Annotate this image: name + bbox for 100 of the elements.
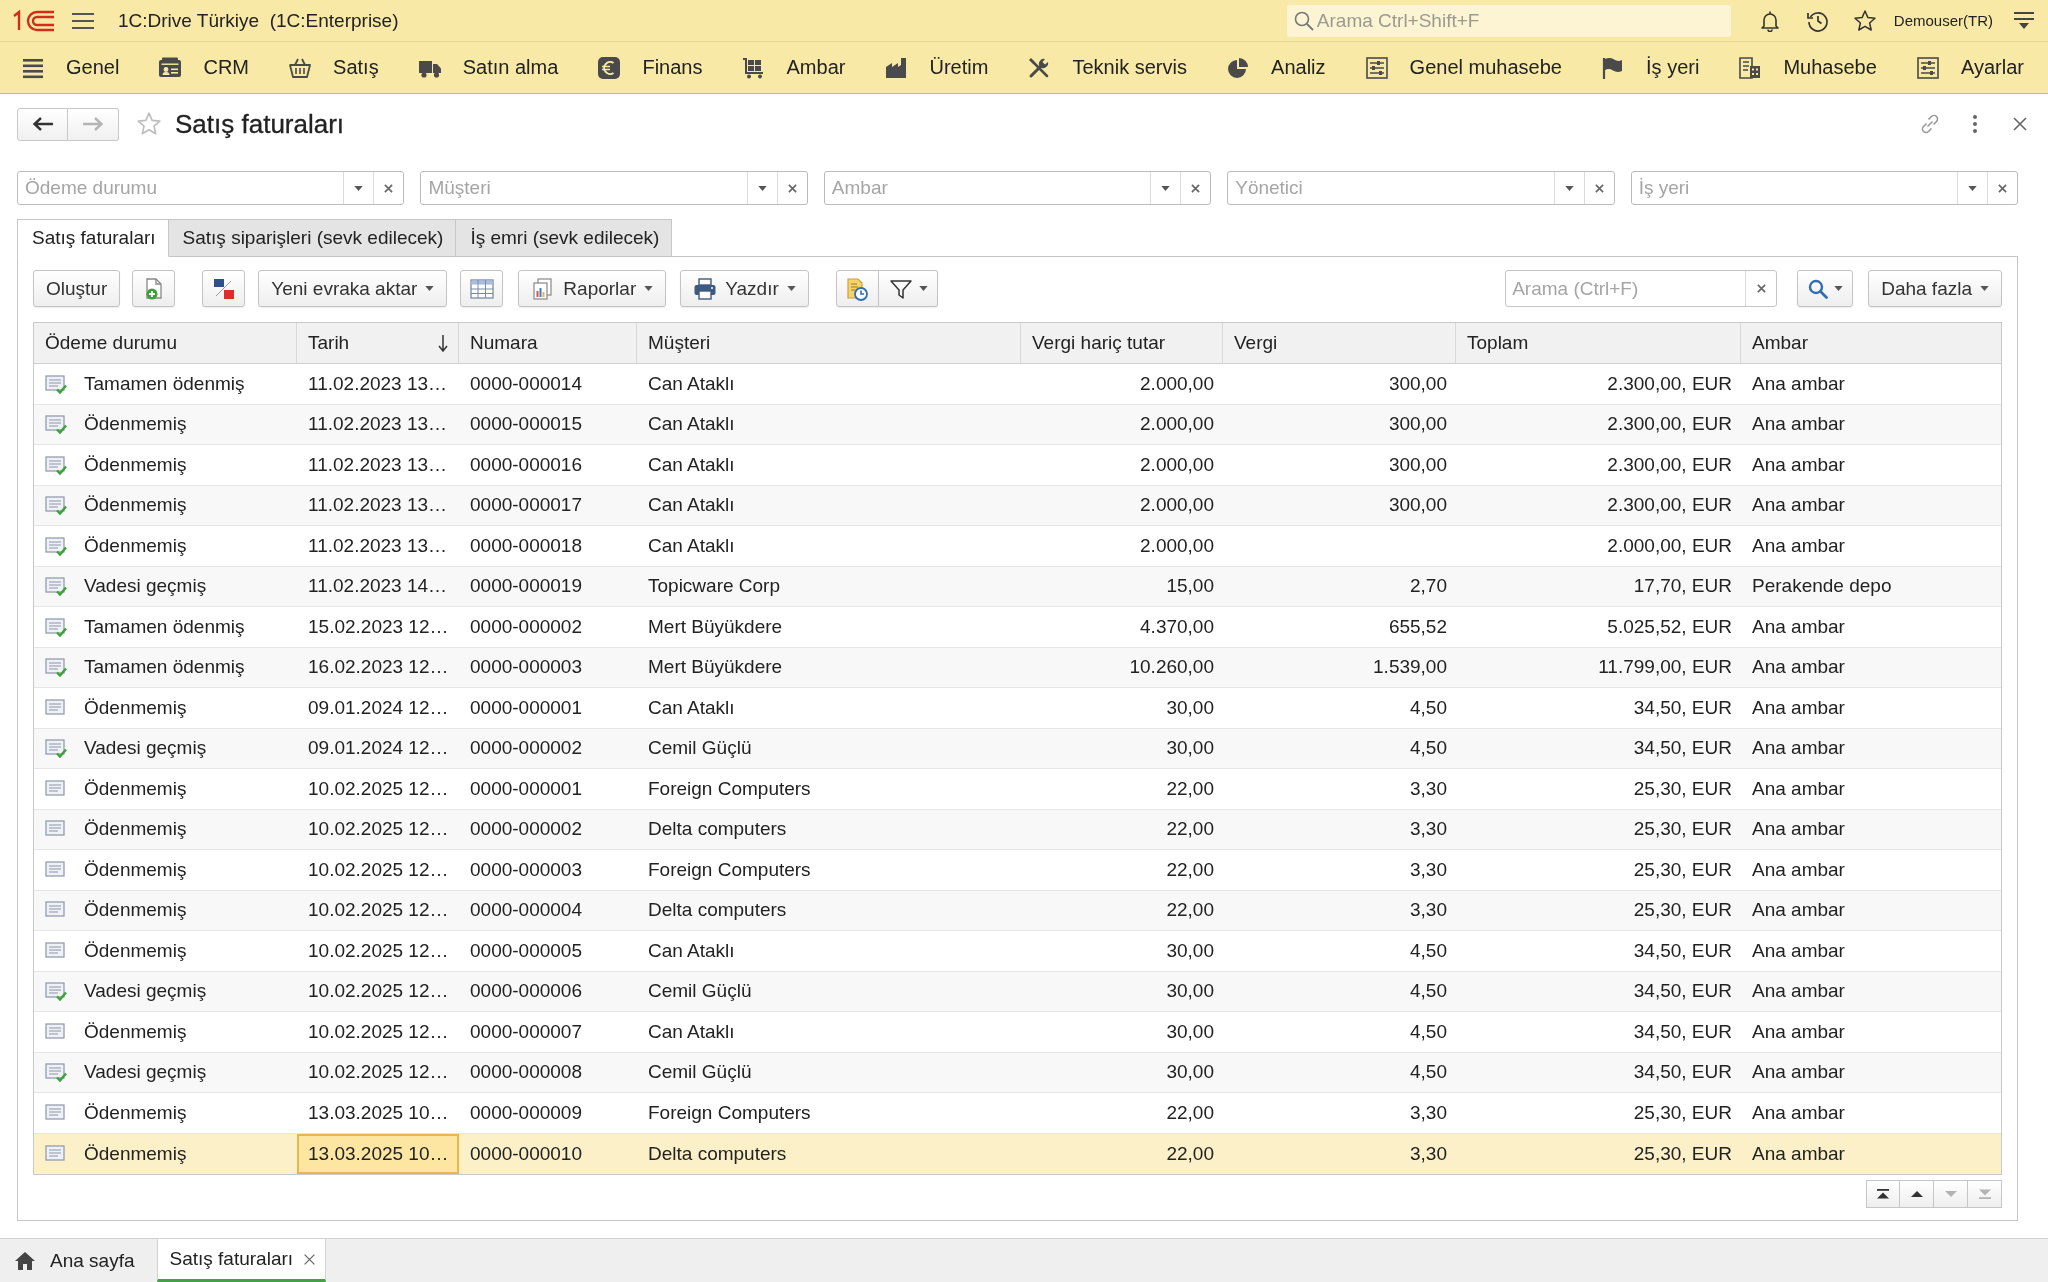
section-menu-item[interactable]: Muhasebe — [1738, 55, 1877, 80]
table-cell-text: Ana ambar — [1751, 533, 1846, 558]
icon-button[interactable] — [835, 270, 879, 307]
tab[interactable]: Satış siparişleri (sevk edilecek) — [168, 219, 457, 257]
menu-icon[interactable] — [72, 11, 94, 30]
toolbar-button[interactable]: Oluştur — [33, 270, 121, 307]
table-cell-text: 25,30, EUR — [1632, 776, 1733, 801]
table-cell-text: 2,70 — [1409, 574, 1448, 599]
bell-icon[interactable] — [1758, 9, 1781, 32]
section-menu-item[interactable]: Satın alma — [417, 55, 559, 80]
table-cell-text: 4,50 — [1409, 938, 1448, 963]
filter-field[interactable]: Yönetici — [1227, 171, 1615, 205]
table-row[interactable]: Ödenmemiş 11.02.2023 13… 0000-000017 Can Ataklı 2.000,00 300,00 2.300,00, EUR Ana ambar — [34, 485, 2001, 526]
section-menu-item[interactable]: Genel muhasebe — [1364, 55, 1562, 80]
table-row[interactable]: Vadesi geçmiş 11.02.2023 14… 0000-000019 Topicware Corp 15,00 2,70 17,70, EUR Perakende depo — [34, 566, 2001, 607]
filter-input[interactable]: Yönetici — [1228, 172, 1554, 204]
table-row[interactable]: Vadesi geçmiş 10.02.2025 12… 0000-000006 Cemil Güçlü 30,00 4,50 34,50, EUR Ana ambar — [34, 971, 2001, 1012]
table-cell-text: 300,00 — [1387, 371, 1448, 396]
table-cell-text: 25,30, EUR — [1632, 1100, 1733, 1125]
home-icon — [14, 1250, 36, 1271]
menu-icon[interactable] — [2013, 10, 2035, 31]
close-icon[interactable] — [303, 1252, 317, 1266]
table-cell-text: Foreign Computers — [647, 857, 812, 882]
filter-input[interactable]: İş yeri — [1631, 172, 1958, 204]
column-header[interactable]: Numara — [459, 323, 637, 363]
column-header[interactable]: Vergi — [1223, 323, 1456, 363]
section-menu-item[interactable]: İş yeri — [1601, 55, 1700, 80]
table-row[interactable]: Ödenmemiş 10.02.2025 12… 0000-000004 Delta computers 22,00 3,30 25,30, EUR Ana ambar — [34, 890, 2001, 931]
window-tab[interactable]: Ana sayfa — [0, 1239, 157, 1282]
icon-button[interactable] — [202, 270, 246, 307]
table-cell-text: 10.02.2025 12… — [307, 857, 450, 882]
table-cell-text: 3,30 — [1409, 776, 1448, 801]
table-cell-text: 3,30 — [1409, 817, 1448, 842]
table-row[interactable]: Ödenmemiş 13.03.2025 10… 0000-000010 Delta computers 22,00 3,30 25,30, EUR Ana ambar — [34, 1133, 2001, 1174]
filter-input[interactable]: Ödeme durumu — [18, 172, 344, 204]
tab[interactable]: İş emri (sevk edilecek) — [456, 219, 673, 257]
section-menu-item[interactable]: CRM — [158, 55, 249, 80]
window-tab[interactable]: Satış faturaları — [156, 1239, 327, 1282]
section-menu-item[interactable]: Satış — [288, 55, 379, 80]
table-row[interactable]: Vadesi geçmiş 09.01.2024 12… 0000-000002 Cemil Güçlü 30,00 4,50 34,50, EUR Ana ambar — [34, 728, 2001, 769]
table-cell-text: Perakende depo — [1751, 574, 1893, 599]
icon-button[interactable] — [460, 270, 504, 307]
column-header[interactable]: Toplam — [1456, 323, 1741, 363]
table-row[interactable]: Ödenmemiş 10.02.2025 12… 0000-000002 Delta computers 22,00 3,30 25,30, EUR Ana ambar — [34, 809, 2001, 850]
section-menu-item[interactable]: Teknik servis — [1027, 55, 1187, 80]
section-menu-item[interactable]: Ambar — [741, 55, 846, 80]
column-header[interactable]: Vergi hariç tutar — [1021, 323, 1223, 363]
table-cell-text: Can Ataklı — [647, 695, 736, 720]
close-icon[interactable] — [2012, 116, 2028, 132]
table-cell-text: 2.300,00, EUR — [1606, 371, 1733, 396]
scroll-button[interactable] — [1866, 1180, 1900, 1208]
filter-field[interactable]: Müşteri — [420, 171, 808, 205]
column-header[interactable]: Müşteri — [637, 323, 1021, 363]
table-cell-text: 0000-000001 — [469, 695, 583, 720]
star-icon[interactable] — [1852, 8, 1877, 33]
filter-input[interactable]: Ambar — [824, 172, 1151, 204]
dropdown-button[interactable]: Raporlar — [518, 270, 667, 307]
table-cell-text: 4,50 — [1409, 695, 1448, 720]
table-cell-text: Ana ambar — [1751, 614, 1846, 639]
table-cell: Ödenmemiş — [84, 818, 187, 841]
filter-input[interactable]: Müşteri — [421, 172, 747, 204]
table-cell-text: 300,00 — [1387, 493, 1448, 518]
search-button[interactable] — [1797, 270, 1854, 307]
filter-field[interactable]: İş yeri — [1630, 171, 2019, 205]
scroll-button[interactable] — [1900, 1180, 1934, 1208]
table-cell-text: 11.02.2023 13… — [307, 533, 449, 558]
dropdown-button[interactable]: Yeni evraka aktar — [258, 270, 448, 307]
table-cell-text: 25,30, EUR — [1632, 817, 1733, 842]
table-cell-text: Ana ambar — [1751, 817, 1846, 842]
table-cell-text: Cemil Güçlü — [647, 1060, 753, 1085]
printer-icon — [693, 276, 718, 301]
table-cell-text: Delta computers — [647, 817, 788, 842]
table-row[interactable]: Ödenmemiş 11.02.2023 13… 0000-000015 Can Ataklı 2.000,00 300,00 2.300,00, EUR Ana ambar — [34, 404, 2001, 445]
dropdown-button[interactable]: Daha fazla — [1868, 270, 2002, 307]
table-cell-text: Cemil Güçlü — [647, 736, 753, 761]
tab[interactable]: Satış faturaları — [17, 219, 169, 257]
section-menu-item[interactable]: Genel — [21, 55, 120, 80]
search-field[interactable]: Arama (Ctrl+F) — [1505, 270, 1778, 307]
user-name[interactable]: Demouser(TR) — [1893, 12, 1993, 29]
table-row[interactable]: Tamamen ödenmiş 16.02.2023 12… 0000-000003 Mert Büyükdere 10.260,00 1.539,00 11.799,00, EUR Ana ambar — [34, 647, 2001, 688]
section-menu-item[interactable]: Finans — [597, 55, 703, 80]
section-menu-item[interactable]: Analiz — [1226, 55, 1326, 80]
column-header[interactable]: Ödeme durumu — [34, 323, 297, 363]
back-button[interactable] — [17, 107, 68, 141]
table-cell: Ödenmemiş — [84, 453, 187, 476]
more-icon[interactable] — [1972, 114, 1978, 134]
column-header[interactable]: Ambar — [1741, 323, 2001, 363]
table-row[interactable]: Vadesi geçmiş 10.02.2025 12… 0000-000008 Cemil Güçlü 30,00 4,50 34,50, EUR Ana ambar — [34, 1052, 2001, 1093]
search-input[interactable]: Arama (Ctrl+F) — [1506, 271, 1746, 306]
section-menu-item[interactable]: Üretim — [884, 55, 989, 80]
star-icon[interactable] — [136, 111, 162, 137]
dropdown-button[interactable] — [878, 270, 938, 307]
table-cell-text: 0000-000015 — [469, 412, 583, 437]
scroll-bottom-icon — [1977, 1189, 1992, 1199]
arrow-left-icon — [31, 116, 54, 132]
column-header[interactable]: Tarih — [297, 323, 459, 363]
filter-field[interactable]: Ambar — [823, 171, 1212, 205]
dropdown-button[interactable]: Yazdır — [680, 270, 809, 307]
filter-field[interactable]: Ödeme durumu — [17, 171, 405, 205]
section-menu-item[interactable]: Ayarlar — [1915, 55, 2024, 80]
